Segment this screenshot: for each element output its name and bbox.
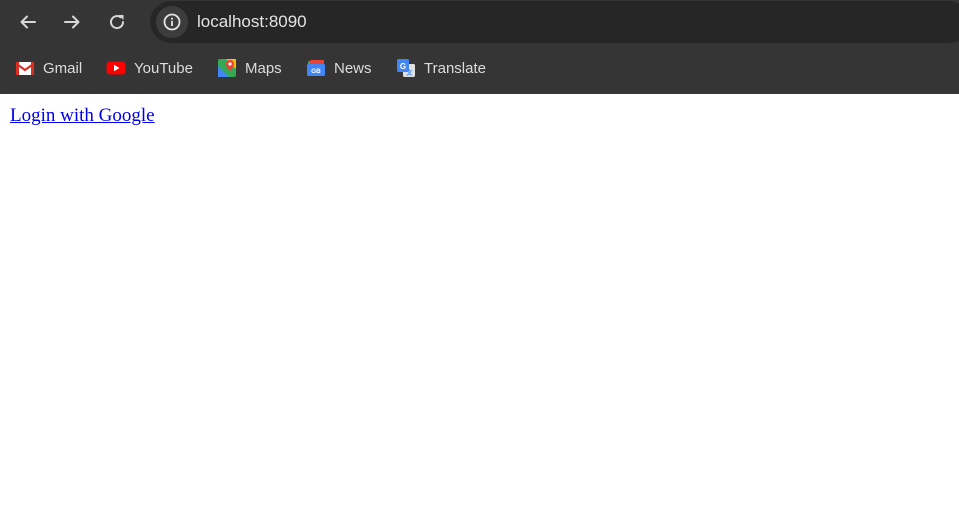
bookmark-youtube[interactable]: YouTube — [106, 56, 193, 80]
bookmark-translate[interactable]: G 文 Translate — [396, 56, 486, 80]
bookmark-label: Gmail — [43, 59, 83, 77]
svg-text:文: 文 — [405, 69, 413, 77]
browser-toolbar: localhost:8090 — [0, 0, 959, 44]
bookmark-news[interactable]: GB News — [306, 56, 372, 80]
back-button[interactable] — [12, 6, 44, 38]
reload-button[interactable] — [101, 6, 133, 38]
youtube-icon — [106, 61, 126, 75]
bookmark-maps[interactable]: Maps — [217, 56, 282, 80]
gmail-icon — [15, 62, 35, 75]
bookmark-label: News — [334, 59, 372, 77]
page-content: Login with Google — [0, 94, 959, 511]
bookmark-gmail[interactable]: Gmail — [15, 56, 82, 80]
site-info-button[interactable] — [156, 6, 188, 38]
svg-text:G: G — [400, 62, 406, 71]
svg-text:GB: GB — [311, 68, 321, 75]
bookmark-label: YouTube — [134, 59, 193, 77]
maps-icon — [218, 59, 236, 77]
bookmarks-bar: Gmail YouTube Maps GB News G 文 Translate — [0, 44, 959, 94]
info-icon — [163, 13, 181, 31]
translate-icon: G 文 — [397, 59, 415, 77]
bookmark-label: Maps — [245, 59, 282, 77]
arrow-left-icon — [20, 15, 36, 29]
login-with-google-link[interactable]: Login with Google — [10, 104, 155, 128]
forward-button[interactable] — [56, 6, 88, 38]
arrow-right-icon — [64, 15, 80, 29]
reload-icon — [110, 15, 125, 30]
url-text[interactable]: localhost:8090 — [197, 12, 307, 32]
address-bar[interactable]: localhost:8090 — [150, 1, 959, 43]
news-icon: GB — [307, 60, 325, 76]
bookmark-label: Translate — [424, 59, 486, 77]
